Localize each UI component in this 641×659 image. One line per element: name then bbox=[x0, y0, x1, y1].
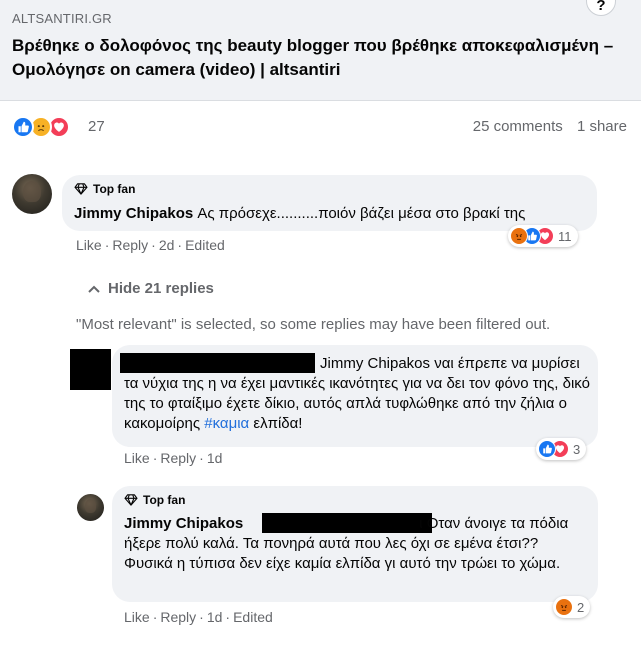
comment-reaction-count: 11 bbox=[558, 228, 572, 244]
chevron-up-icon bbox=[88, 285, 100, 293]
reply-button[interactable]: Reply bbox=[160, 609, 196, 625]
reply-reaction-count: 3 bbox=[573, 441, 581, 457]
top-fan-badge: Top fan bbox=[124, 493, 185, 507]
link-title[interactable]: Βρέθηκε ο δολοφόνος της beauty blogger π… bbox=[12, 34, 622, 82]
reply-reactions[interactable]: 2 bbox=[553, 596, 591, 618]
comment-actions: Like · Reply · 2d · Edited bbox=[76, 237, 225, 253]
top-fan-label: Top fan bbox=[93, 182, 136, 196]
redacted-avatar bbox=[70, 349, 111, 390]
top-fan-badge: Top fan bbox=[74, 182, 135, 196]
reply-mention[interactable]: Jimmy Chipakos bbox=[320, 355, 430, 372]
like-button[interactable]: Like bbox=[124, 450, 150, 466]
angry-reaction-icon bbox=[555, 598, 573, 616]
hashtag-link[interactable]: #καμια bbox=[204, 415, 249, 432]
post-summary-bar: 27 25 comments 1 share bbox=[12, 114, 629, 140]
comment-reactions[interactable]: 11 bbox=[508, 225, 578, 247]
comments-count-link[interactable]: 25 comments bbox=[473, 118, 563, 135]
link-preview-card[interactable]: ALTSANTIRI.GR Βρέθηκε ο δολοφόνος της be… bbox=[0, 0, 641, 101]
avatar[interactable] bbox=[12, 174, 52, 214]
like-reaction-icon bbox=[12, 116, 34, 138]
comment-text: Ας πρόσεχε..........ποιόν βάζει μέσα στο… bbox=[197, 205, 526, 222]
hide-replies-button[interactable]: Hide 21 replies bbox=[88, 280, 214, 297]
reply-button[interactable]: Reply bbox=[160, 450, 196, 466]
reply-body: Jimmy Chipakos ι Οταν άνοιγε τα πόδια ήξε… bbox=[124, 514, 586, 574]
edited-label[interactable]: Edited bbox=[185, 237, 225, 253]
shares-count-link[interactable]: 1 share bbox=[577, 118, 627, 135]
reply-reaction-count: 2 bbox=[577, 599, 585, 615]
reply-body: Jimmy Chipakos ναι έπρεπε να μυρίσει τα … bbox=[124, 354, 590, 434]
reply-timestamp[interactable]: 1d bbox=[207, 450, 223, 466]
comment-author[interactable]: Jimmy Chipakos bbox=[74, 205, 193, 222]
comment-body: Jimmy Chipakos Ας πρόσεχε..........ποιόν… bbox=[74, 204, 589, 224]
reply-button[interactable]: Reply bbox=[112, 237, 148, 253]
reply-author[interactable]: Jimmy Chipakos bbox=[124, 515, 243, 532]
reply-actions: Like · Reply · 1d bbox=[124, 450, 223, 466]
angry-reaction-icon bbox=[510, 227, 528, 245]
reply-bubble: Jimmy Chipakos ναι έπρεπε να μυρίσει τα … bbox=[112, 345, 598, 447]
filter-note: "Most relevant" is selected, so some rep… bbox=[76, 316, 551, 333]
reply-text-prefix: ι bbox=[419, 515, 423, 532]
reaction-count[interactable]: 27 bbox=[88, 118, 105, 135]
top-fan-label: Top fan bbox=[143, 493, 186, 507]
like-button[interactable]: Like bbox=[124, 609, 150, 625]
avatar[interactable] bbox=[77, 494, 104, 521]
hide-replies-label: Hide 21 replies bbox=[108, 280, 214, 297]
help-icon[interactable]: ? bbox=[586, 0, 616, 16]
reply-text-end: ελπίδα! bbox=[253, 415, 303, 432]
reply-bubble: Top fan Jimmy Chipakos ι Οταν άνοιγε τα π… bbox=[112, 486, 598, 602]
comment-bubble: Top fan Jimmy Chipakos Ας πρόσεχε.......… bbox=[62, 175, 597, 231]
edited-label[interactable]: Edited bbox=[233, 609, 273, 625]
diamond-icon bbox=[124, 494, 138, 506]
diamond-icon bbox=[74, 183, 88, 195]
reply-timestamp[interactable]: 1d bbox=[207, 609, 223, 625]
engagement-counts: 25 comments 1 share bbox=[463, 118, 627, 135]
comment-timestamp[interactable]: 2d bbox=[159, 237, 175, 253]
link-domain: ALTSANTIRI.GR bbox=[12, 11, 112, 26]
reply-reactions[interactable]: 3 bbox=[536, 438, 587, 460]
reply-actions: Like · Reply · 1d · Edited bbox=[124, 609, 273, 625]
like-button[interactable]: Like bbox=[76, 237, 102, 253]
like-reaction-icon bbox=[538, 440, 556, 458]
